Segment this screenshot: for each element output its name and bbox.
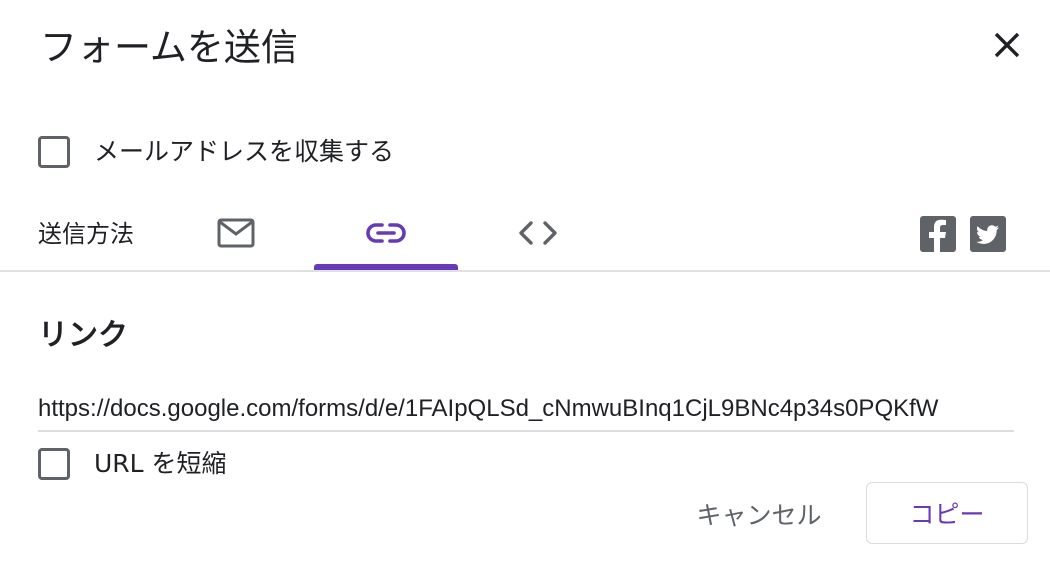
dialog-title: フォームを送信 — [40, 26, 298, 69]
embed-code-icon — [519, 221, 557, 245]
copy-button[interactable]: コピー — [866, 482, 1028, 544]
shorten-url-checkbox[interactable] — [38, 448, 70, 480]
twitter-share-button[interactable] — [970, 216, 1006, 252]
cancel-button[interactable]: キャンセル — [680, 488, 838, 540]
tab-link[interactable] — [356, 210, 416, 256]
facebook-share-button[interactable] — [920, 216, 956, 252]
collect-email-checkbox[interactable] — [38, 136, 70, 168]
email-icon — [217, 218, 255, 248]
link-section-title: リンク — [38, 318, 128, 353]
shorten-url-label: URL を短縮 — [94, 449, 227, 478]
tab-email[interactable] — [206, 210, 266, 256]
close-button[interactable] — [990, 28, 1024, 62]
close-icon — [994, 32, 1020, 58]
facebook-icon — [929, 219, 946, 252]
form-url-field[interactable] — [38, 388, 1014, 432]
tab-embed[interactable] — [508, 210, 568, 256]
link-icon — [366, 223, 406, 243]
tabs-divider — [0, 270, 1050, 272]
send-method-label: 送信方法 — [38, 220, 134, 248]
twitter-icon — [976, 225, 999, 244]
collect-email-label: メールアドレスを収集する — [94, 137, 395, 166]
